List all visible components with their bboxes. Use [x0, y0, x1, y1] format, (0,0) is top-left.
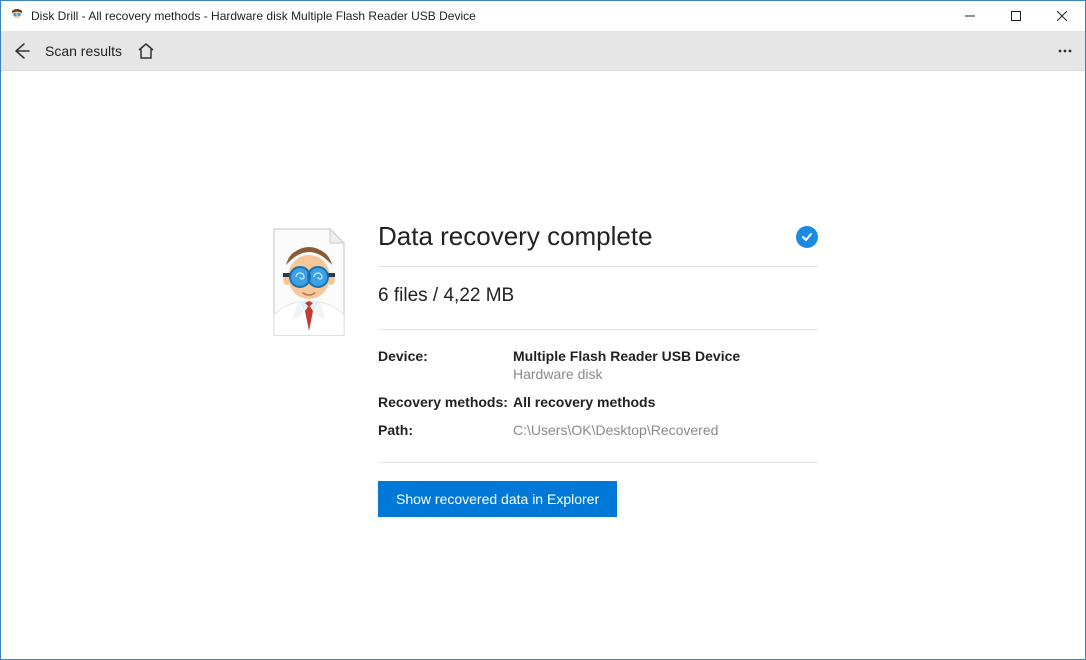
recovery-heading: Data recovery complete — [378, 221, 653, 252]
methods-row: Recovery methods: All recovery methods — [378, 388, 818, 416]
device-name: Multiple Flash Reader USB Device — [513, 348, 818, 364]
content-area: Data recovery complete 6 files / 4,22 MB… — [1, 71, 1085, 659]
info-column: Data recovery complete 6 files / 4,22 MB… — [378, 221, 818, 517]
path-label: Path: — [378, 422, 513, 438]
mascot-icon — [268, 227, 350, 337]
device-type: Hardware disk — [513, 366, 818, 382]
window-title: Disk Drill - All recovery methods - Hard… — [31, 9, 476, 23]
close-button[interactable] — [1039, 1, 1085, 31]
app-window: Disk Drill - All recovery methods - Hard… — [0, 0, 1086, 660]
toolbar: Scan results — [1, 31, 1085, 71]
action-row: Show recovered data in Explorer — [378, 463, 818, 517]
app-icon — [9, 8, 25, 24]
methods-label: Recovery methods: — [378, 394, 513, 410]
window-controls — [947, 1, 1085, 31]
recovery-panel: Data recovery complete 6 files / 4,22 MB… — [268, 221, 818, 517]
device-row: Device: Multiple Flash Reader USB Device… — [378, 342, 818, 388]
home-button[interactable] — [136, 41, 156, 61]
back-button[interactable] — [11, 41, 31, 61]
path-value: C:\Users\OK\Desktop\Recovered — [513, 422, 818, 438]
maximize-button[interactable] — [993, 1, 1039, 31]
details-section: Device: Multiple Flash Reader USB Device… — [378, 330, 818, 463]
more-button[interactable] — [1055, 41, 1075, 61]
path-row: Path: C:\Users\OK\Desktop\Recovered — [378, 416, 818, 444]
recovery-summary: 6 files / 4,22 MB — [378, 267, 818, 330]
methods-value: All recovery methods — [513, 394, 818, 410]
titlebar: Disk Drill - All recovery methods - Hard… — [1, 1, 1085, 31]
heading-row: Data recovery complete — [378, 221, 818, 267]
show-in-explorer-button[interactable]: Show recovered data in Explorer — [378, 481, 617, 517]
breadcrumb[interactable]: Scan results — [45, 43, 122, 59]
device-label: Device: — [378, 348, 513, 382]
minimize-button[interactable] — [947, 1, 993, 31]
success-check-icon — [796, 226, 818, 248]
